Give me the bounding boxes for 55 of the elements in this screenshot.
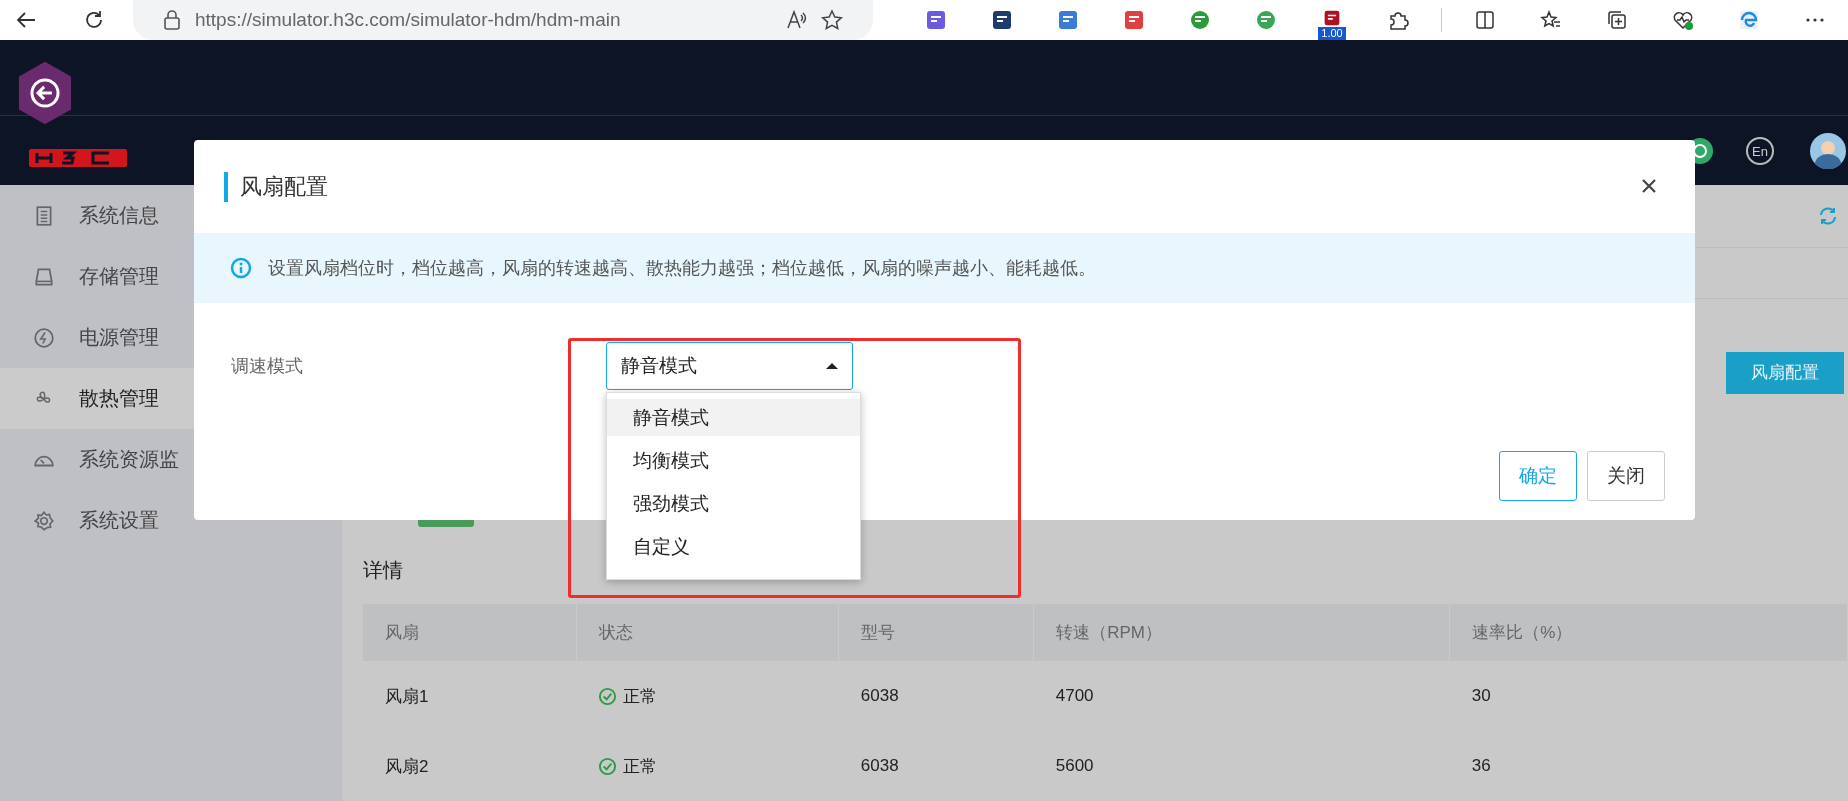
sidebar-item[interactable]: 系统资源监 — [0, 429, 342, 490]
sidebar-label: 系统资源监 — [79, 447, 179, 472]
browser-logo-icon[interactable] — [1738, 9, 1760, 31]
table-cell-text: 5600 — [1054, 755, 1095, 777]
close-dialog-button[interactable]: 关闭 — [1587, 451, 1665, 501]
puzzle-icon[interactable] — [1387, 9, 1409, 31]
table-cell: 4700 — [1033, 661, 1450, 731]
column-header: 转速（RPM） — [1033, 604, 1450, 661]
dialog-title: 风扇配置 — [240, 172, 328, 201]
settings-icon — [33, 509, 55, 532]
lock-icon — [163, 10, 181, 30]
dropdown-option[interactable]: 静音模式 — [607, 399, 860, 436]
sidebar-item[interactable]: 系统设置 — [0, 490, 342, 551]
table-cell: 30 — [1449, 661, 1848, 731]
star-icon[interactable] — [821, 9, 843, 31]
dropdown-option[interactable]: 自定义 — [607, 528, 860, 565]
info-icon — [230, 257, 252, 279]
column-header: 状态 — [576, 604, 839, 661]
table-cell-text: 36 — [1470, 755, 1492, 777]
sidebar-label: 电源管理 — [79, 325, 159, 350]
address-bar[interactable]: https://simulator.h3c.com/simulator-hdm/hdm-main — [133, 0, 873, 40]
column-header: 风扇 — [363, 604, 576, 661]
power-icon — [33, 326, 55, 349]
reload-icon[interactable] — [83, 9, 105, 31]
column-header: 速率比（%） — [1449, 604, 1848, 661]
check-circle-icon — [598, 686, 617, 706]
dropdown-option[interactable]: 均衡模式 — [607, 442, 860, 479]
sidebar-label: 散热管理 — [79, 386, 159, 411]
status-text: 正常 — [623, 685, 657, 708]
column-header: 型号 — [838, 604, 1034, 661]
dropdown-option[interactable]: 强劲模式 — [607, 485, 860, 522]
sidebar-label: 存储管理 — [79, 264, 159, 289]
info-text: 设置风扇档位时，档位越高，风扇的转速越高、散热能力越强；档位越低，风扇的噪声越小、能耗越低。 — [268, 257, 1096, 280]
table-cell: 风扇1 — [363, 661, 576, 731]
close-icon[interactable] — [1641, 178, 1657, 194]
sidebar-label: 系统设置 — [79, 508, 159, 533]
split-screen-icon[interactable] — [1474, 9, 1496, 31]
table-cell-text: 6038 — [859, 755, 900, 777]
collections-icon[interactable] — [1606, 9, 1628, 31]
read-aloud-icon[interactable] — [785, 9, 807, 31]
status-text: 正常 — [623, 755, 657, 778]
extension-badge: 1.00 — [1318, 27, 1346, 40]
avatar-icon[interactable] — [1810, 133, 1846, 169]
heart-pulse-icon[interactable] — [1672, 9, 1694, 31]
section-title: 详情 — [363, 558, 404, 583]
table-cell: 6038 — [838, 661, 1034, 731]
url-text: https://simulator.h3c.com/simulator-hdm/hdm-main — [195, 9, 621, 31]
language-button[interactable]: En — [1746, 137, 1774, 165]
check-circle-icon — [598, 756, 617, 776]
caret-icon — [826, 362, 838, 370]
sidebar-label: 系统信息 — [79, 203, 159, 228]
extension-icon[interactable] — [991, 9, 1013, 31]
table-cell-text: 风扇2 — [384, 755, 430, 778]
extension-icon[interactable] — [925, 9, 947, 31]
mode-select[interactable]: 静音模式 — [606, 342, 853, 390]
